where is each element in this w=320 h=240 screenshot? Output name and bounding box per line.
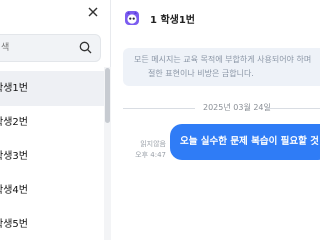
list-item-student-3[interactable]: 학생3번 — [0, 139, 104, 174]
list-item-student-2[interactable]: 학생2번 — [0, 105, 104, 140]
notice-banner: 모든 메시지는 교육 목적에 부합하게 사용되어야 하며 절한 표현이나 비방은… — [123, 48, 320, 86]
divider — [123, 108, 195, 109]
read-status: 읽지않음 — [140, 140, 166, 148]
list-item-label: 학생3번 — [0, 151, 28, 162]
chat-panel: 1 학생1번 모든 메시지는 교육 목적에 부합하게 사용되어야 하며 절한 표… — [111, 0, 320, 240]
avatar-icon — [125, 11, 139, 25]
search-icon[interactable] — [79, 41, 92, 54]
chat-header: 1 학생1번 — [111, 0, 317, 36]
notice-text-line-1: 모든 메시지는 교육 목적에 부합하게 사용되어야 하며 — [134, 55, 312, 64]
date-label: 2025년 03월 24일 — [203, 103, 271, 112]
message-meta: 읽지않음 오후 4:47 — [132, 139, 166, 161]
chat-room-title: 1 학생1번 — [150, 15, 195, 26]
message-bubble[interactable]: 오늘 실수한 문제 복습이 필요할 것 — [170, 124, 320, 160]
list-item-student-4[interactable]: 학생4번 — [0, 173, 104, 208]
list-item-label: 학생4번 — [0, 185, 28, 196]
search-input[interactable] — [0, 35, 75, 61]
chat-list-panel: 학생1번 학생2번 학생3번 학생4번 학생5번 — [0, 0, 111, 240]
message-time: 오후 4:47 — [135, 151, 166, 159]
scrollbar-thumb[interactable] — [105, 68, 110, 123]
list-item-label: 학생5번 — [0, 219, 28, 230]
close-icon[interactable] — [86, 5, 100, 19]
date-separator: 2025년 03월 24일 — [123, 101, 320, 115]
message-text: 오늘 실수한 문제 복습이 필요할 것 — [180, 136, 319, 147]
search-box — [0, 34, 101, 62]
list-item-student-5[interactable]: 학생5번 — [0, 207, 104, 240]
divider — [266, 108, 320, 109]
list-item-label: 학생1번 — [0, 83, 28, 94]
list-item-label: 학생2번 — [0, 117, 28, 128]
chat-list: 학생1번 학생2번 학생3번 학생4번 학생5번 — [0, 67, 104, 240]
notice-text-line-2: 절한 표현이나 비방은 금합니다. — [148, 69, 254, 78]
list-item-student-1[interactable]: 학생1번 — [0, 71, 104, 106]
